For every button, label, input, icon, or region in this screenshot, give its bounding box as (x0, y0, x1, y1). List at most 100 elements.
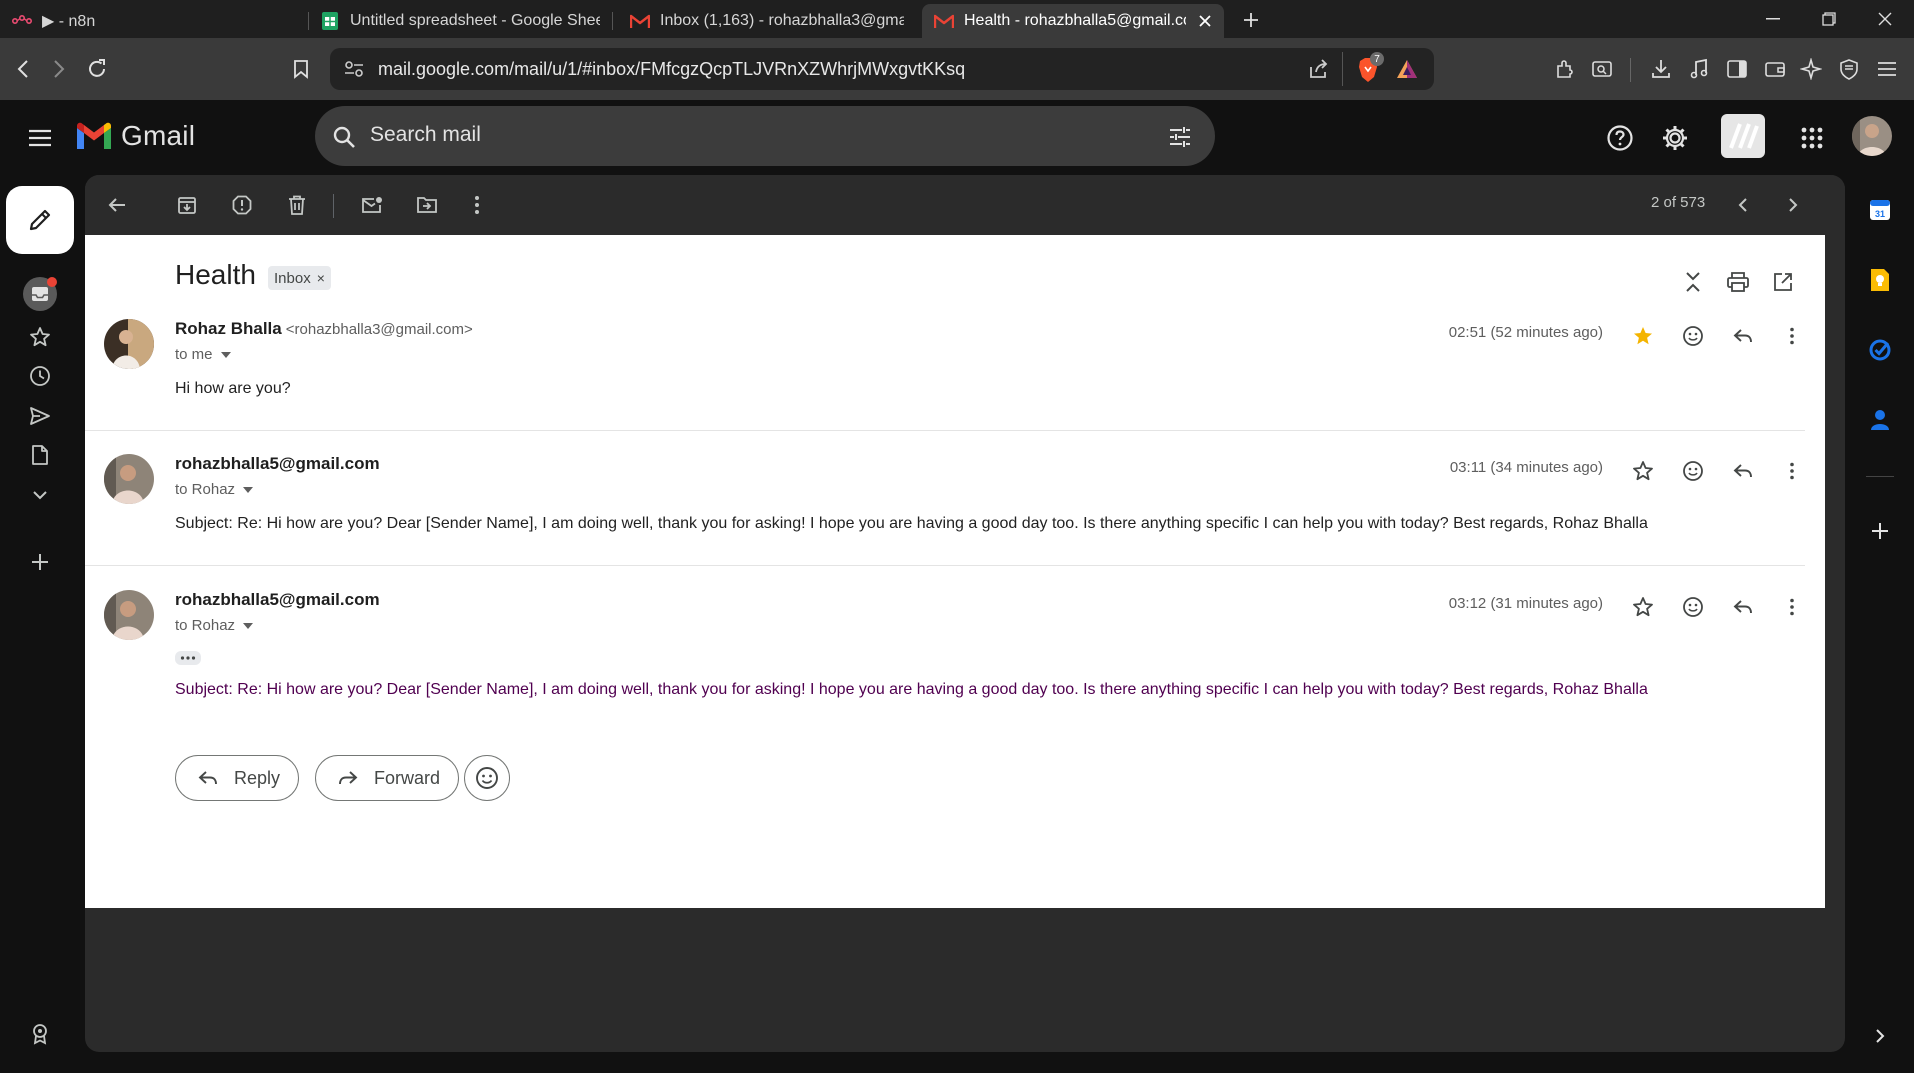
message-1[interactable]: Rohaz Bhalla <rohazbhalla3@gmail.com> to … (85, 319, 1805, 423)
reply-button[interactable] (1726, 319, 1760, 353)
snoozed-nav-button[interactable] (20, 356, 60, 396)
main-menu-icon[interactable] (20, 118, 60, 158)
caret-down-icon (243, 486, 254, 493)
bookmark-icon[interactable] (284, 52, 318, 86)
compose-button[interactable] (6, 186, 74, 254)
search-icon[interactable] (329, 122, 359, 152)
apps-grid-icon[interactable] (1792, 118, 1832, 158)
wallet-icon[interactable] (1758, 52, 1792, 86)
remove-label-button[interactable]: × (317, 270, 325, 286)
sent-nav-button[interactable] (20, 396, 60, 436)
star-toggle[interactable] (1626, 454, 1660, 488)
sheets-icon (320, 11, 340, 31)
archive-button[interactable] (169, 187, 205, 223)
pencil-icon (29, 209, 51, 231)
mark-unread-button[interactable] (354, 187, 390, 223)
add-reaction-button[interactable] (1676, 454, 1710, 488)
caret-down-icon (220, 351, 231, 358)
extensions-icon[interactable] (1549, 52, 1583, 86)
tab-title: ▶ - n8n (42, 13, 96, 30)
tab-gmail-inbox[interactable]: Inbox (1,163) - rohazbhalla3@gmail.c (618, 4, 916, 38)
more-actions-button[interactable] (1775, 590, 1809, 624)
reply-button[interactable] (1726, 590, 1760, 624)
drafts-nav-button[interactable] (20, 435, 60, 475)
more-actions-button[interactable] (1775, 319, 1809, 353)
brave-rewards-icon[interactable] (1396, 59, 1418, 79)
message-2[interactable]: rohazbhalla5@gmail.com to Rohaz 03:11 (3… (85, 454, 1805, 559)
contacts-app-icon[interactable] (1862, 402, 1898, 438)
back-to-inbox-button[interactable] (99, 187, 135, 223)
message-3[interactable]: rohazbhalla5@gmail.com to Rohaz 03:12 (3… (85, 590, 1805, 730)
new-tab-button[interactable] (1237, 6, 1265, 34)
create-label-button[interactable] (20, 542, 60, 582)
download-icon[interactable] (1644, 52, 1678, 86)
tasks-app-icon[interactable] (1862, 332, 1898, 368)
toolbar-divider (333, 194, 334, 218)
site-settings-icon[interactable] (344, 60, 364, 78)
newer-button[interactable] (1725, 187, 1761, 223)
settings-gear-icon[interactable] (1655, 118, 1695, 158)
reply-all-footer-button[interactable]: Reply (175, 755, 300, 801)
print-button[interactable] (1721, 265, 1755, 299)
more-nav-button[interactable] (20, 475, 60, 515)
inbox-nav-button[interactable] (20, 274, 60, 314)
recipients-dropdown[interactable]: to me (175, 346, 231, 363)
back-button[interactable] (6, 52, 40, 86)
more-options-button[interactable] (459, 187, 495, 223)
report-spam-button[interactable] (224, 187, 260, 223)
more-horizontal-icon (180, 656, 196, 660)
move-to-button[interactable] (409, 187, 445, 223)
tab-n8n[interactable]: ▶ - n8n (0, 4, 308, 38)
forward-button[interactable] (42, 52, 76, 86)
reload-button[interactable] (80, 52, 114, 86)
sender-avatar (104, 454, 154, 504)
window-close-button[interactable] (1856, 0, 1914, 38)
menu-icon[interactable] (1870, 52, 1904, 86)
starred-nav-button[interactable] (20, 317, 60, 357)
calendar-app-icon[interactable]: 31 (1862, 192, 1898, 228)
add-reaction-button[interactable] (1676, 590, 1710, 624)
search-options-icon[interactable] (1165, 122, 1195, 152)
tab-google-sheets[interactable]: Untitled spreadsheet - Google Sheets (308, 4, 612, 38)
sidebar-toggle-icon[interactable] (1720, 52, 1754, 86)
minimize-button[interactable] (1744, 0, 1802, 38)
older-button[interactable] (1775, 187, 1811, 223)
vpn-shield-icon[interactable] (1832, 52, 1866, 86)
reply-button[interactable] (1726, 454, 1760, 488)
star-toggle[interactable] (1626, 590, 1660, 624)
support-icon[interactable] (1600, 118, 1640, 158)
recipients-dropdown[interactable]: to Rohaz (175, 617, 254, 634)
search-input[interactable]: Search mail (370, 123, 481, 147)
music-icon[interactable] (1682, 52, 1716, 86)
close-icon[interactable] (1196, 12, 1214, 30)
calendar-day: 31 (1875, 209, 1885, 219)
leo-ai-icon[interactable] (1794, 52, 1828, 86)
search-bar[interactable]: Search mail (315, 106, 1215, 166)
forward-button[interactable]: Forward (315, 755, 460, 801)
tab-gmail-health[interactable]: Health - rohazbhalla5@gmail.co (922, 4, 1224, 38)
recipients-dropdown[interactable]: to Rohaz (175, 481, 254, 498)
add-reaction-button[interactable] (1676, 319, 1710, 353)
restore-button[interactable] (1800, 0, 1858, 38)
get-addons-button[interactable] (1862, 513, 1898, 549)
show-side-panel-button[interactable] (1862, 1018, 1898, 1054)
keep-app-icon[interactable] (1862, 262, 1898, 298)
collapse-all-button[interactable] (1676, 265, 1710, 299)
gmail-logo[interactable]: Gmail (75, 120, 195, 152)
reader-mode-icon[interactable] (1585, 52, 1619, 86)
delete-button[interactable] (279, 187, 315, 223)
inbox-label-chip[interactable]: Inbox × (268, 266, 331, 290)
emoji-reaction-button[interactable] (464, 755, 510, 801)
workspace-app-icon[interactable] (1721, 114, 1765, 158)
share-icon[interactable] (1308, 58, 1330, 80)
show-trimmed-content-button[interactable] (175, 651, 201, 665)
divider (1630, 58, 1631, 82)
chevron-right-icon (1789, 198, 1798, 212)
more-actions-button[interactable] (1775, 454, 1809, 488)
star-toggle[interactable] (1626, 319, 1660, 353)
plus-icon (1872, 523, 1888, 539)
open-in-new-window-button[interactable] (1766, 265, 1800, 299)
account-avatar[interactable] (1852, 116, 1892, 156)
upgrade-button[interactable] (20, 1014, 60, 1054)
address-bar[interactable]: mail.google.com/mail/u/1/#inbox/FMfcgzQc… (330, 48, 1434, 90)
